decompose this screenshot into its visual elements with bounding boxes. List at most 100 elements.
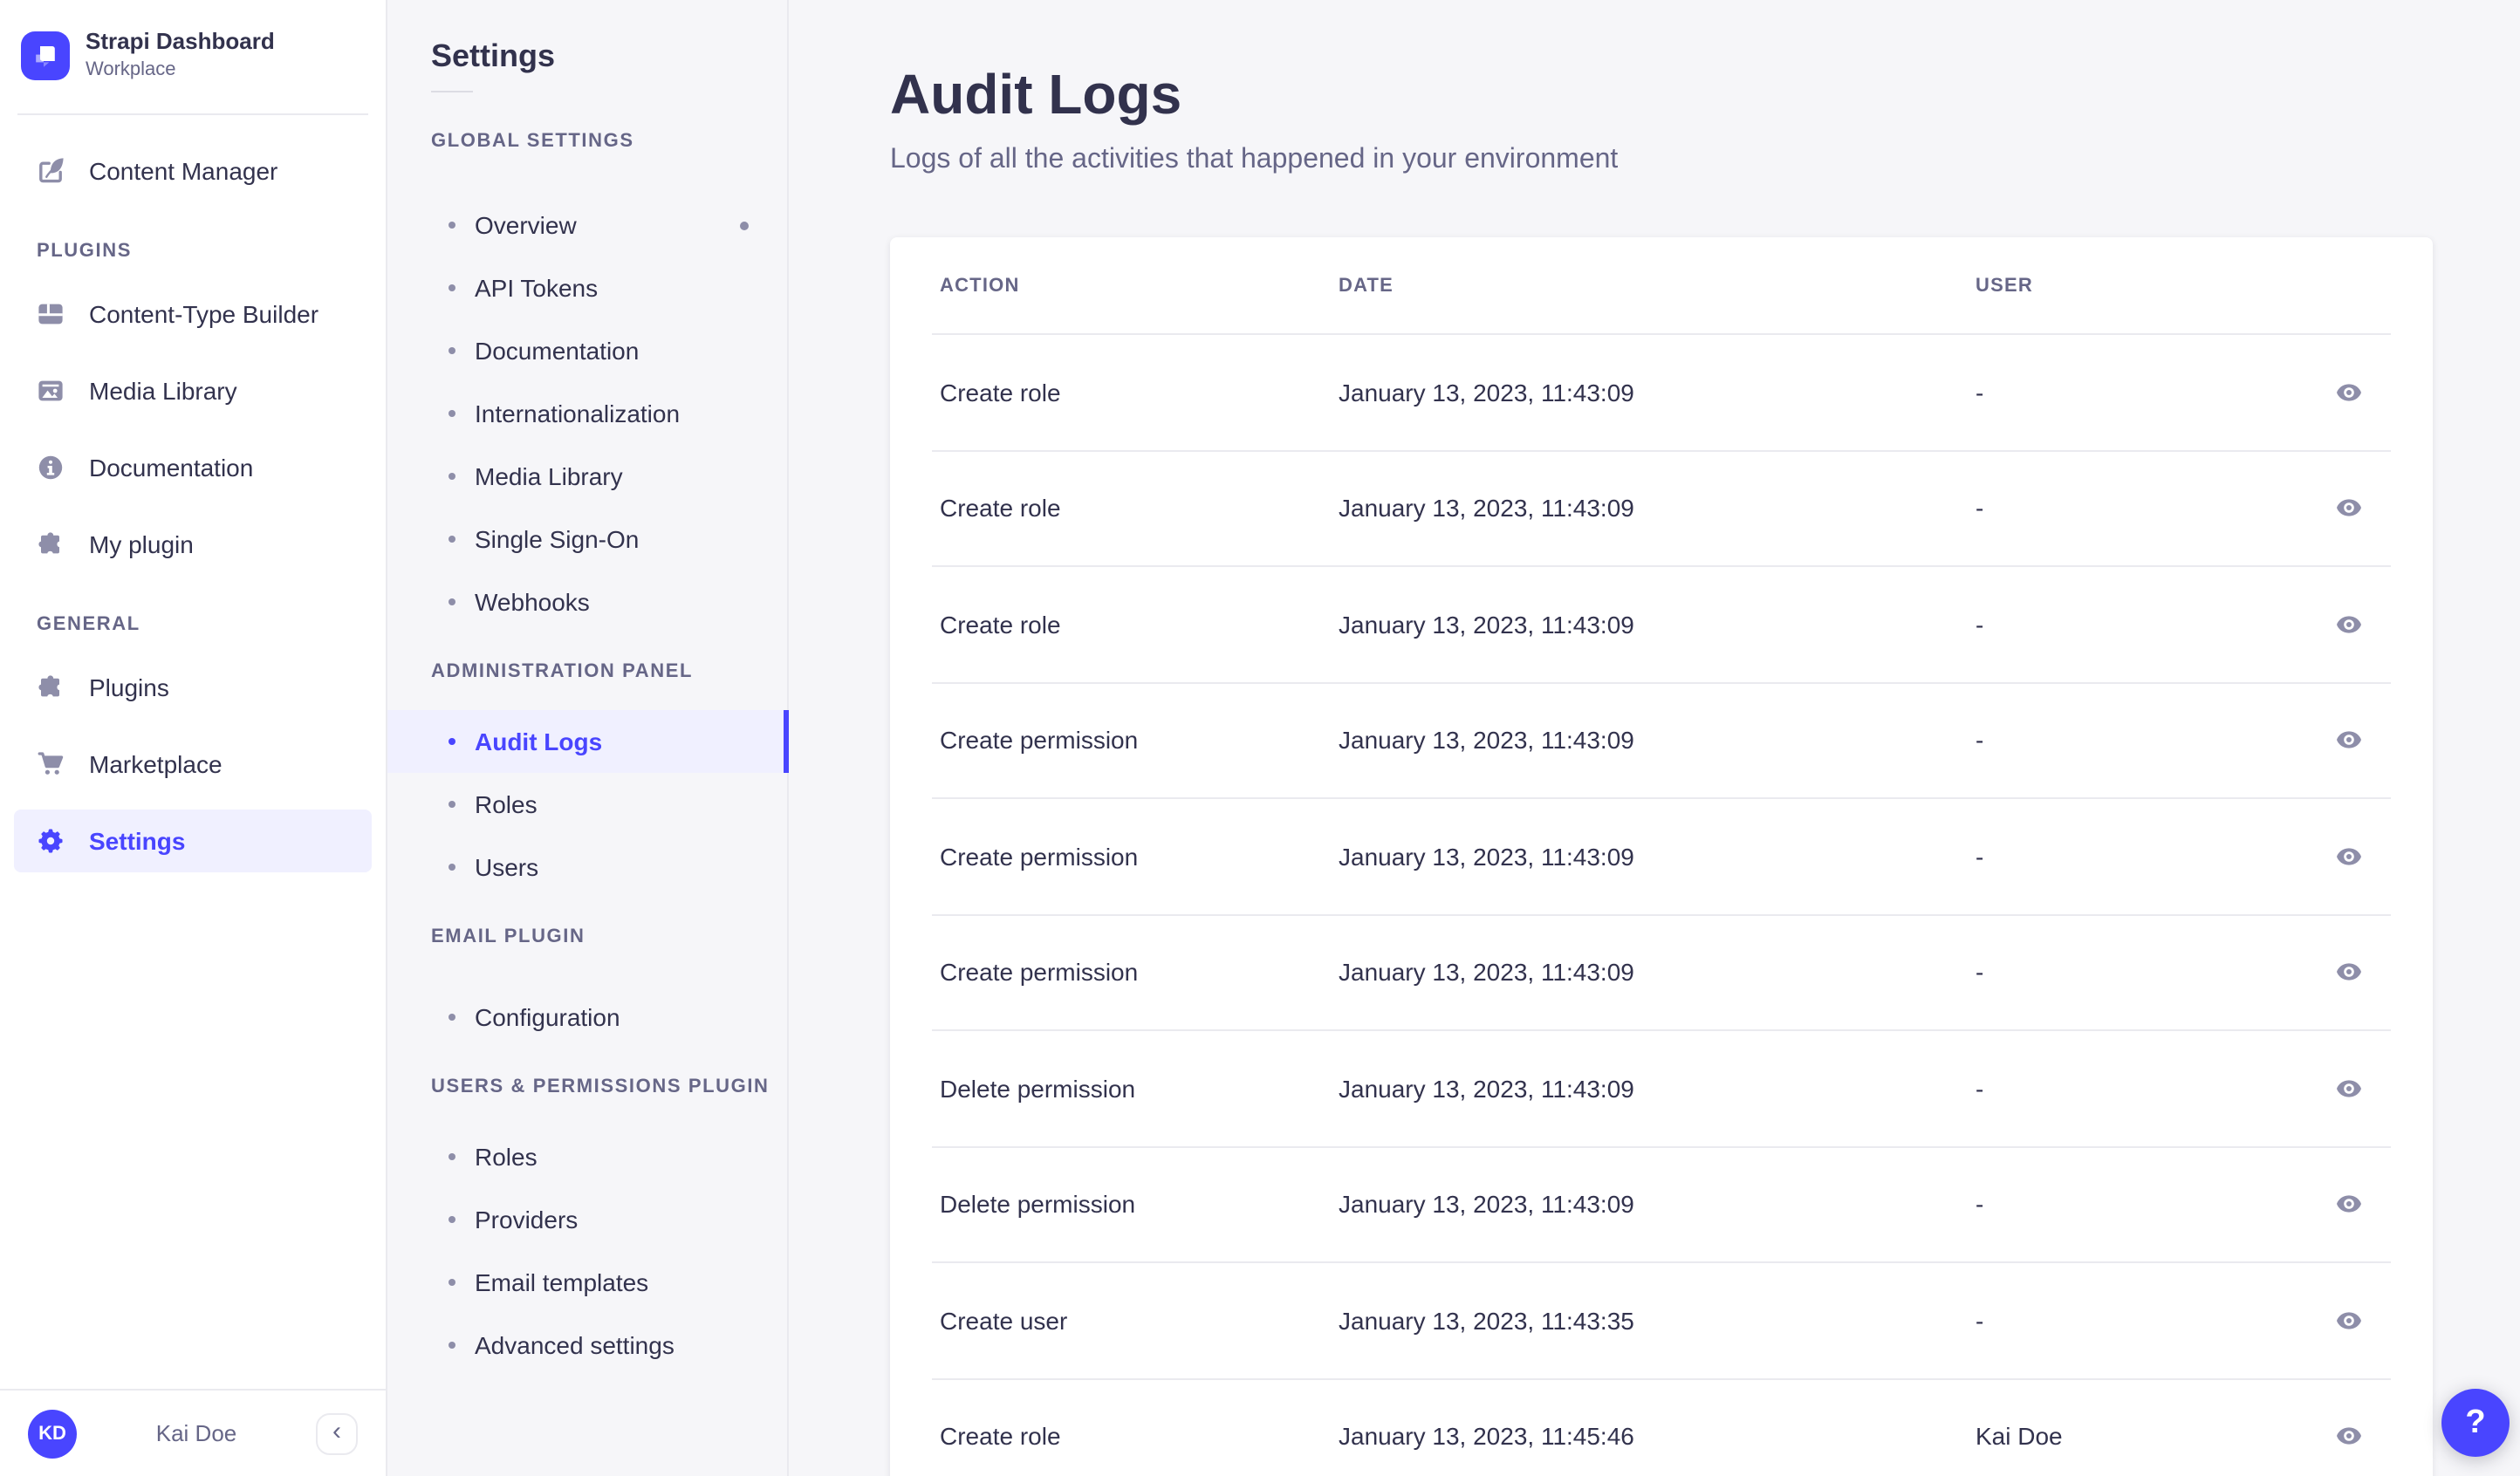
subnav-item-internationalization[interactable]: Internationalization [387,382,787,445]
subnav-divider [431,91,473,92]
collapse-sidebar-button[interactable]: ‹ [316,1412,358,1454]
column-header-date: DATE [1339,275,1976,296]
cell-action: Create role [940,379,1339,407]
subnav-item-label: Advanced settings [475,1331,675,1359]
cell-user: - [1976,611,2335,639]
audit-logs-table-card: ACTION DATE USER Create role January 13,… [890,237,2433,1476]
table-header-row: ACTION DATE USER [890,237,2433,333]
subnav-item-audit-logs[interactable]: Audit Logs [387,710,787,773]
cell-date: January 13, 2023, 11:43:09 [1339,1075,1976,1103]
subnav-item-providers[interactable]: Providers [387,1188,787,1251]
subnav-item-media-library[interactable]: Media Library [387,445,787,508]
subnav-item-users[interactable]: Users [387,836,787,899]
bullet-icon [449,284,455,291]
picture-icon [37,377,65,405]
chevron-left-icon: ‹ [332,1418,341,1445]
cell-date: January 13, 2023, 11:43:09 [1339,727,1976,755]
subnav-item-configuration[interactable]: Configuration [387,986,787,1049]
nav-item-content-type-builder[interactable]: Content-Type Builder [14,283,372,345]
cell-user: - [1976,1191,2335,1219]
subnav-section-header: GLOBAL SETTINGS [431,131,787,152]
bullet-icon [449,473,455,480]
subnav-item-webhooks[interactable]: Webhooks [387,571,787,633]
table-row: Delete permission January 13, 2023, 11:4… [932,1147,2391,1263]
subnav-section-email-plugin: EMAIL PLUGIN Configuration [387,926,787,1049]
view-log-button[interactable] [2335,1307,2363,1335]
cell-action: Create role [940,495,1339,523]
view-log-button[interactable] [2335,495,2363,523]
subnav-item-single-sign-on[interactable]: Single Sign-On [387,508,787,571]
notification-dot-icon [740,221,749,229]
workspace-brand[interactable]: Strapi Dashboard Workplace [17,0,368,113]
nav-item-label: Content-Type Builder [89,300,318,328]
view-log-button[interactable] [2335,727,2363,755]
subnav-item-roles[interactable]: Roles [387,773,787,836]
nav-item-label: Media Library [89,377,237,405]
view-log-button[interactable] [2335,611,2363,639]
eye-icon [2335,1423,2363,1451]
subnav-item-overview[interactable]: Overview [387,194,787,256]
table-row: Create permission January 13, 2023, 11:4… [932,799,2391,915]
table-row: Create role January 13, 2023, 11:43:09 - [932,567,2391,683]
subnav-section-header: ADMINISTRATION PANEL [431,661,787,682]
subnav-section-header: USERS & PERMISSIONS PLUGIN [431,1076,787,1097]
view-log-button[interactable] [2335,1423,2363,1451]
cell-user: - [1976,727,2335,755]
nav-item-content-manager[interactable]: Content Manager [14,140,372,202]
subnav-section-global-settings: GLOBAL SETTINGS Overview API Tokens Docu… [387,131,787,633]
user-avatar[interactable]: KD [28,1409,77,1458]
subnav-item-advanced-settings[interactable]: Advanced settings [387,1314,787,1377]
help-button[interactable]: ? [2441,1389,2510,1457]
eye-icon [2335,843,2363,871]
subnav-item-documentation[interactable]: Documentation [387,319,787,382]
workspace-title: Strapi Dashboard [86,28,275,54]
brand-text: Strapi Dashboard Workplace [86,28,275,82]
subnav-section-administration-panel: ADMINISTRATION PANEL Audit Logs Roles Us… [387,661,787,899]
nav-item-marketplace[interactable]: Marketplace [14,733,372,796]
subnav-item-label: Single Sign-On [475,525,639,553]
nav-item-plugins[interactable]: Plugins [14,656,372,719]
subnav-item-label: Configuration [475,1003,620,1031]
view-log-button[interactable] [2335,1075,2363,1103]
cell-action: Create permission [940,959,1339,987]
view-log-button[interactable] [2335,959,2363,987]
column-header-action: ACTION [940,275,1339,296]
cell-user: - [1976,843,2335,871]
cell-user: - [1976,1075,2335,1103]
page-title: Audit Logs [890,59,2433,129]
bullet-icon [449,347,455,354]
bullet-icon [449,410,455,417]
gear-icon [37,827,65,855]
eye-icon [2335,1075,2363,1103]
subnav-title: Settings [387,0,787,77]
nav-item-my-plugin[interactable]: My plugin [14,513,372,576]
view-log-button[interactable] [2335,379,2363,407]
table-row: Create permission January 13, 2023, 11:4… [932,683,2391,799]
subnav-item-label: Webhooks [475,588,590,616]
view-log-button[interactable] [2335,1191,2363,1219]
cell-action: Create role [940,611,1339,639]
nav-item-label: Documentation [89,454,253,482]
subnav-item-up-roles[interactable]: Roles [387,1125,787,1188]
nav-item-settings[interactable]: Settings [14,810,372,872]
user-name: Kai Doe [77,1420,316,1446]
eye-icon [2335,379,2363,407]
nav-item-documentation[interactable]: Documentation [14,436,372,499]
cell-user: - [1976,959,2335,987]
info-circle-icon [37,454,65,482]
main-nav-list: Content Manager PLUGINS Content-Type Bui… [0,115,386,872]
column-header-user: USER [1976,275,2335,296]
subnav-item-label: Providers [475,1206,578,1233]
cell-user: - [1976,495,2335,523]
nav-item-media-library[interactable]: Media Library [14,359,372,422]
brand-section: Strapi Dashboard Workplace [17,0,368,115]
eye-icon [2335,1307,2363,1335]
subnav-item-label: Audit Logs [475,728,602,755]
puzzle-piece-icon [37,530,65,558]
puzzle-piece-icon [37,673,65,701]
bullet-icon [449,864,455,871]
user-area: KD Kai Doe ‹ [0,1389,386,1476]
subnav-item-api-tokens[interactable]: API Tokens [387,256,787,319]
subnav-item-email-templates[interactable]: Email templates [387,1251,787,1314]
view-log-button[interactable] [2335,843,2363,871]
